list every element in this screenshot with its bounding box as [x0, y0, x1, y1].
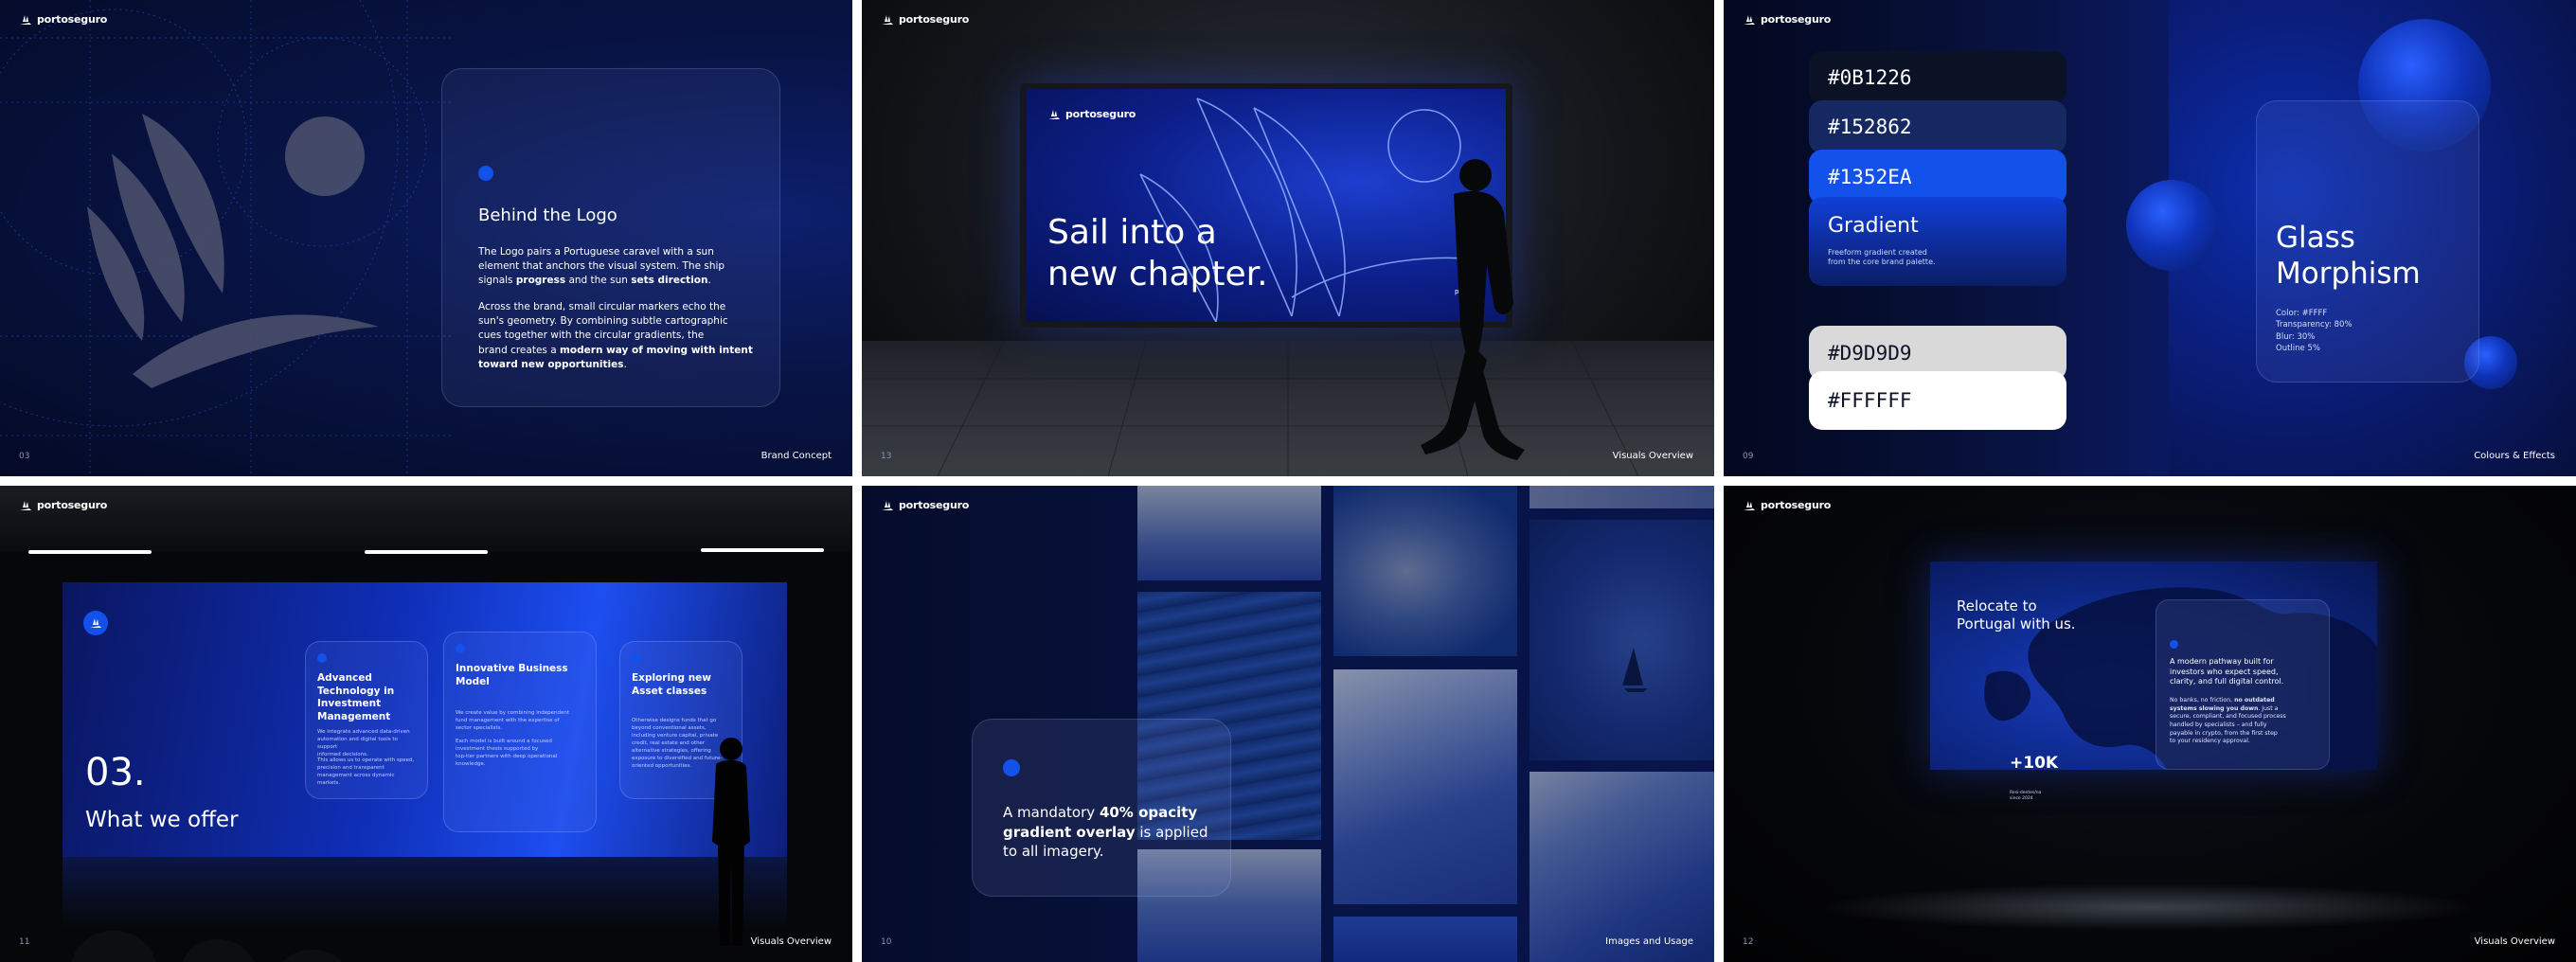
caravel-icon	[90, 618, 101, 628]
pathway-intro: A modern pathway built for investors who …	[2170, 657, 2284, 686]
section-label: Brand Concept	[760, 451, 832, 461]
section-label: Visuals Overview	[750, 936, 832, 947]
card-paragraph-2: Across the brand, small circular markers…	[478, 301, 753, 370]
brand-logo[interactable]: portoseguro	[19, 499, 107, 511]
brand-name: portoseguro	[1761, 499, 1832, 511]
overlay-caption-card: A mandatory 40% opacity gradient overlay…	[972, 719, 1231, 897]
slide-relocate-portugal[interactable]: Relocate to Portugal with us. A modern pa…	[1724, 486, 2576, 962]
ceiling-light-left	[28, 550, 152, 554]
page-number: 13	[881, 452, 892, 461]
logo-info-card: Behind the Logo The Logo pairs a Portugu…	[441, 68, 780, 407]
caravel-icon	[882, 14, 893, 25]
caravel-icon-badge	[83, 611, 108, 635]
offer-card-technology: Advanced Technology in Investment Manage…	[305, 641, 428, 799]
slide-images-usage[interactable]: A mandatory 40% opacity gradient overlay…	[862, 486, 1714, 962]
card-title: Behind the Logo	[478, 205, 617, 225]
glass-title: Glass Morphism	[2276, 221, 2421, 291]
card-paragraph-1: The Logo pairs a Portuguese caravel with…	[478, 246, 725, 287]
swatch-white: #FFFFFF	[1809, 371, 2066, 430]
stat-value: +10K	[2010, 754, 2059, 773]
page-number: 11	[19, 937, 30, 947]
glass-morphism-card: Glass Morphism Color: #FFFF Transparency: …	[2256, 100, 2479, 383]
sun-marker-icon	[1003, 759, 1020, 776]
gradient-title: Gradient	[1828, 214, 1919, 238]
brand-name: portoseguro	[37, 499, 108, 511]
stage-floor-light	[1818, 883, 2481, 931]
brand-name: portoseguro	[899, 13, 970, 26]
slide-brand-concept[interactable]: portoseguro Behind the Logo The Logo pai…	[0, 0, 852, 476]
ceiling-light-right	[701, 548, 824, 552]
caravel-icon	[1744, 500, 1755, 510]
brand-name: portoseguro	[1761, 13, 1832, 26]
card-marker-icon	[456, 644, 465, 653]
caravel-icon	[1744, 14, 1755, 25]
brand-logo[interactable]: portoseguro	[881, 499, 969, 511]
ceiling-light-center	[365, 550, 488, 554]
sun-marker-icon	[478, 166, 493, 181]
page-number: 09	[1743, 452, 1754, 461]
caravel-icon	[20, 500, 31, 510]
walking-person-silhouette	[1421, 159, 1525, 460]
gradient-description: Freeform gradient created from the core b…	[1828, 248, 1936, 267]
caption-text: A mandatory 40% opacity gradient overlay…	[1003, 804, 1208, 861]
caravel-icon	[1048, 109, 1060, 119]
section-label: Colours & Effects	[2474, 451, 2555, 461]
pathway-details: No banks, no friction, no outdated syste…	[2170, 697, 2286, 745]
page-number: 10	[881, 937, 892, 947]
card-marker-icon	[632, 653, 641, 663]
brand-name: portoseguro	[899, 499, 970, 511]
caravel-icon	[882, 500, 893, 510]
sphere-medium-icon	[2126, 180, 2217, 271]
section-number: 03.	[85, 751, 146, 794]
sun-marker-icon	[2170, 640, 2178, 649]
slide-what-we-offer[interactable]: 03. What we offer Advanced Technology in…	[0, 486, 852, 962]
section-label: Visuals Overview	[1612, 451, 1693, 461]
relocate-title: Relocate to Portugal with us.	[1957, 597, 2076, 632]
card-marker-icon	[317, 653, 327, 663]
caravel-sun-logo	[87, 114, 379, 388]
slide-billboard-visual[interactable]: portoseguro Sail into a new chapter. por…	[862, 0, 1714, 476]
page-number: 03	[19, 452, 30, 461]
glass-specs: Color: #FFFF Transparency: 80% Blur: 30% O…	[2276, 309, 2352, 353]
caravel-icon	[20, 14, 31, 25]
ceiling	[0, 486, 852, 552]
section-heading: What we offer	[85, 808, 239, 832]
brand-logo[interactable]: portoseguro	[1743, 13, 1831, 26]
billboard-logo: portoseguro	[1047, 108, 1136, 120]
offer-card-business-model: Innovative Business Model We create valu…	[443, 632, 597, 832]
brand-logo[interactable]: portoseguro	[1743, 499, 1831, 511]
stat-label: Resi-dentes/na since 2024	[2010, 791, 2042, 801]
brand-logo[interactable]: portoseguro	[881, 13, 969, 26]
brand-name: portoseguro	[37, 13, 108, 26]
pathway-card: A modern pathway built for investors who …	[2156, 599, 2330, 770]
slide-colours-effects[interactable]: #0B1226 #152862 #1352EA Gradient Freefor…	[1724, 0, 2576, 476]
swatch-gradient: Gradient Freeform gradient created from t…	[1809, 197, 2066, 286]
swatch-primary: #0B1226	[1809, 51, 2066, 104]
swatch-secondary: #152862	[1809, 100, 2066, 153]
presentation-screen: Relocate to Portugal with us. A modern pa…	[1930, 561, 2377, 770]
section-label: Images and Usage	[1605, 936, 1693, 947]
audience-silhouettes	[71, 931, 343, 962]
brand-logo[interactable]: portoseguro	[19, 13, 107, 26]
section-label: Visuals Overview	[2474, 936, 2555, 947]
page-number: 12	[1743, 937, 1754, 947]
billboard-headline: Sail into a new chapter.	[1047, 213, 1268, 294]
led-wall: 03. What we offer Advanced Technology in…	[63, 582, 787, 857]
pavement-tiles	[862, 341, 1714, 476]
